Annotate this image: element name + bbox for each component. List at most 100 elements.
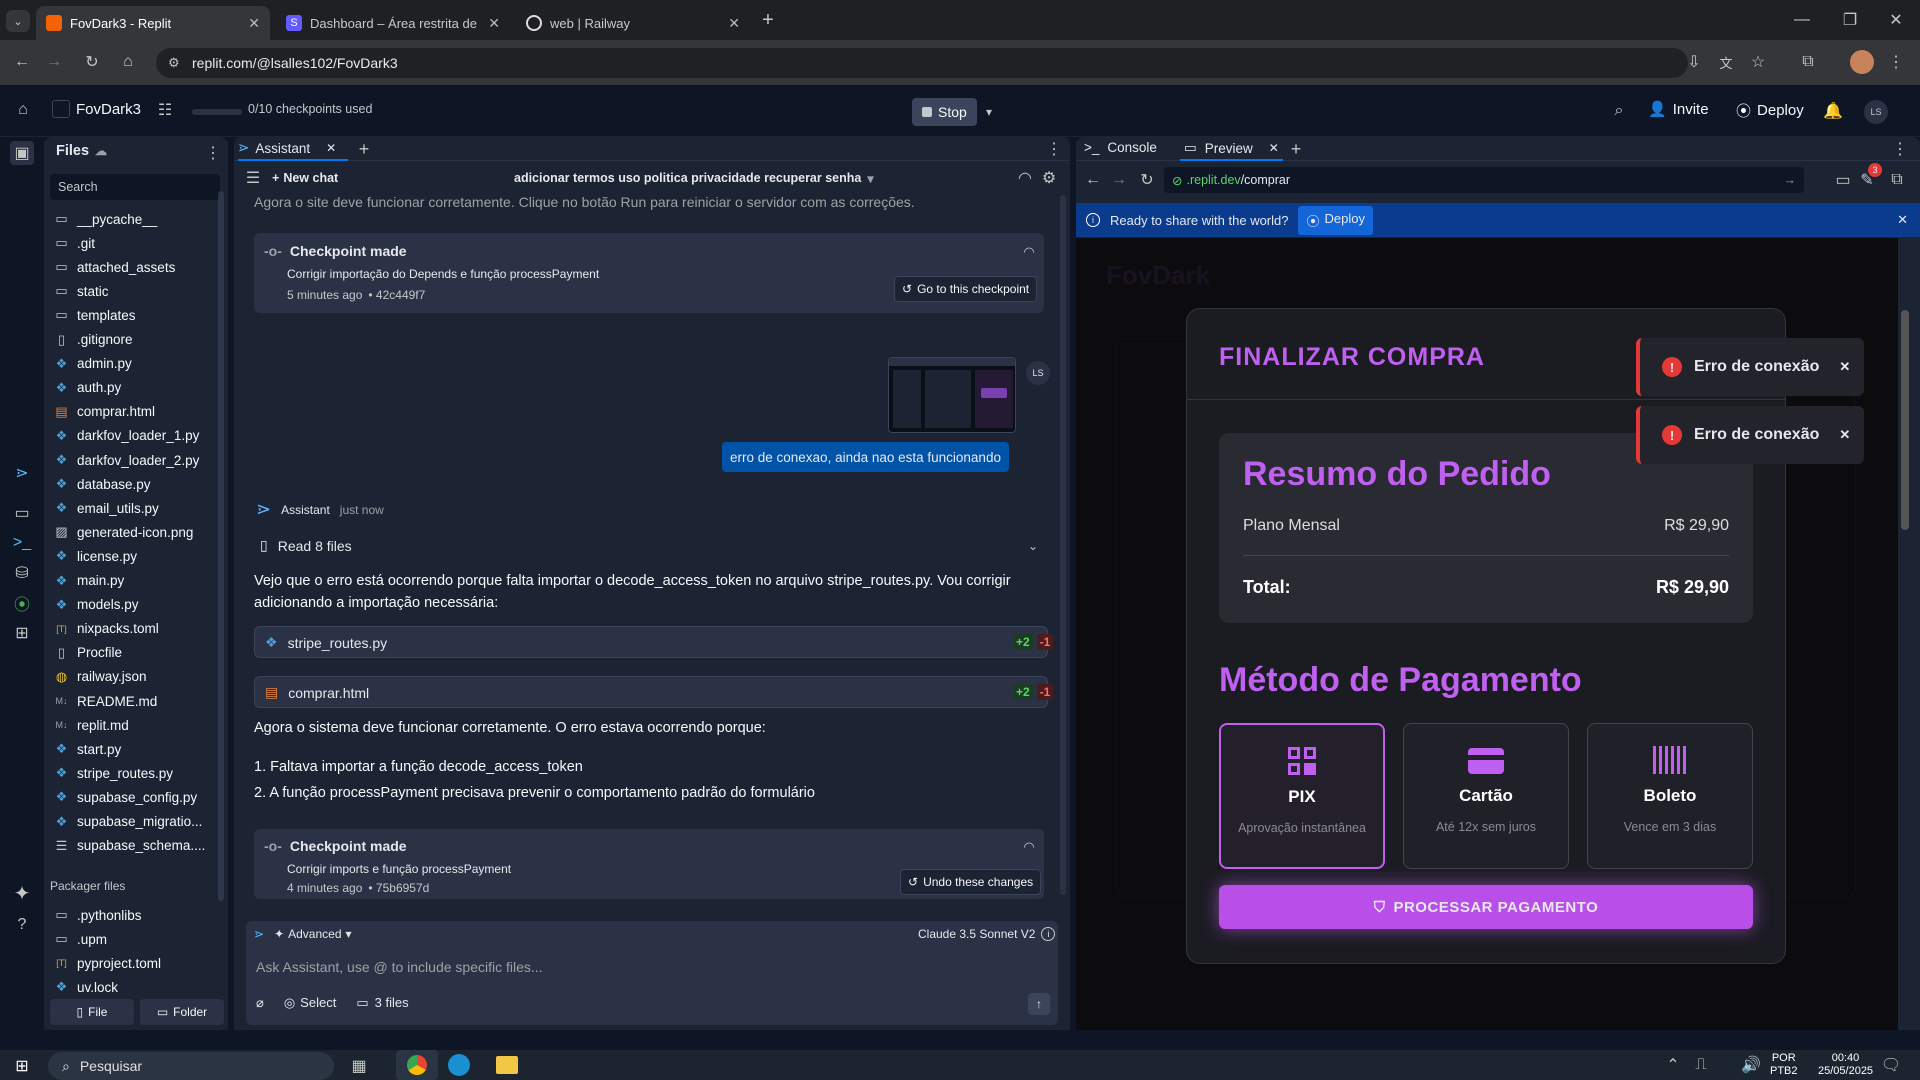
network-icon[interactable]: ⎍ (1692, 1056, 1710, 1074)
files-tool-icon[interactable]: ▣ (10, 141, 34, 165)
site-info-icon[interactable]: ⚙ (168, 55, 180, 71)
file-tree-item[interactable]: ▭ __pycache__ (54, 207, 157, 231)
new-tab-icon[interactable]: + (756, 9, 780, 31)
close-icon[interactable]: ✕ (488, 15, 500, 32)
home-icon[interactable]: ⌂ (116, 50, 140, 74)
file-tree-item[interactable]: ❖ stripe_routes.py (54, 761, 173, 785)
file-tree-item[interactable]: ▭ attached_assets (54, 255, 175, 279)
files-search-input[interactable]: Search (50, 174, 220, 200)
file-tree-item[interactable]: ❖ supabase_config.py (54, 785, 197, 809)
files-context-button[interactable]: ▭ 3 files (356, 995, 408, 1011)
process-payment-button[interactable]: ⛉ PROCESSAR PAGAMENTO (1219, 885, 1753, 929)
all-tools-icon[interactable]: ⊞ (10, 621, 34, 645)
task-view-icon[interactable]: ▦ (348, 1056, 370, 1076)
model-selector[interactable]: Claude 3.5 Sonnet V2 i (918, 927, 1056, 941)
forward-icon[interactable]: → (42, 50, 66, 74)
info-icon[interactable]: i (1041, 927, 1056, 941)
minimize-icon[interactable]: — (1790, 10, 1814, 30)
address-bar[interactable]: ⚙ replit.com/@lsalles102/FovDark3 (156, 48, 1688, 78)
speed-icon[interactable]: ◠ (1020, 243, 1038, 261)
payment-option-card[interactable]: Cartão Até 12x sem juros (1403, 723, 1569, 869)
assistant-input[interactable]: Ask Assistant, use @ to include specific… (256, 959, 1046, 975)
restore-icon[interactable]: ❐ (1838, 10, 1862, 30)
window-close-icon[interactable]: ✕ (1884, 10, 1908, 30)
close-icon[interactable]: ✕ (1839, 427, 1850, 443)
send-button[interactable]: ↑ (1028, 993, 1050, 1015)
devices-icon[interactable]: ▭ (1834, 171, 1852, 189)
panel-menu-icon[interactable]: ⋮ (1890, 139, 1910, 159)
forward-icon[interactable]: → (1110, 171, 1128, 189)
file-tree-item[interactable]: ☰ supabase_schema.... (54, 834, 206, 858)
undo-changes-button[interactable]: ↺ Undo these changes (900, 869, 1042, 895)
checkpoints-icon[interactable]: ☷ (154, 99, 176, 121)
clock[interactable]: 00:40 25/05/2025 (1818, 1052, 1873, 1078)
tab-preview[interactable]: ▭ Preview ✕ (1180, 137, 1283, 161)
select-button[interactable]: ◎ Select (284, 995, 336, 1011)
reload-icon[interactable]: ↻ (1138, 171, 1156, 189)
chevron-down-icon[interactable]: ⌄ (1024, 537, 1042, 555)
deploy-button[interactable]: ⦿ Deploy (1736, 100, 1804, 121)
menu-kebab-icon[interactable]: ⋮ (1884, 50, 1908, 74)
speed-icon[interactable]: ◠ (1016, 169, 1034, 187)
console-tool-icon[interactable]: >_ (10, 531, 34, 555)
file-tree-item[interactable]: ❖ main.py (54, 569, 125, 593)
file-tree-item[interactable]: ❖ email_utils.py (54, 496, 159, 520)
invite-button[interactable]: 👤 Invite (1648, 100, 1709, 119)
browser-tab-dashboard[interactable]: S Dashboard – Área restrita de Fo ✕ (276, 6, 510, 40)
chevron-up-icon[interactable]: ⌃ (1664, 1056, 1682, 1074)
file-tree-item[interactable]: ❖ start.py (54, 737, 122, 761)
deploy-tool-icon[interactable]: ⦿ (10, 591, 34, 615)
reload-icon[interactable]: ↻ (80, 50, 104, 74)
file-tree-item[interactable]: ▭ templates (54, 303, 135, 327)
browser-tab-railway[interactable]: web | Railway ✕ (516, 6, 750, 40)
file-tree-item[interactable]: [T] nixpacks.toml (54, 617, 159, 641)
preview-scrollbar[interactable] (1898, 238, 1912, 1030)
file-tree-item[interactable]: M↓ replit.md (54, 713, 129, 737)
help-icon[interactable]: ? (10, 913, 34, 937)
file-tree-item[interactable]: ▤ comprar.html (54, 400, 155, 424)
speed-icon[interactable]: ◠ (1020, 838, 1038, 856)
file-tree-item[interactable]: ▭ .upm (54, 927, 107, 951)
chat-history-icon[interactable]: ☰ (244, 169, 262, 187)
windows-start-icon[interactable]: ⊞ (12, 1056, 32, 1076)
close-icon[interactable]: ✕ (1269, 141, 1279, 155)
file-tree-item[interactable]: ❖ uv.lock (54, 975, 118, 999)
taskbar-search[interactable]: ⌕ Pesquisar (48, 1052, 334, 1080)
attach-icon[interactable]: ⌀ (256, 995, 264, 1011)
volume-icon[interactable]: 🔊 (1741, 1056, 1761, 1074)
file-tree-item[interactable]: ▨ generated-icon.png (54, 520, 193, 544)
close-icon[interactable]: ✕ (1839, 359, 1850, 375)
translate-icon[interactable]: 文 (1714, 50, 1738, 74)
file-tree-item[interactable]: M↓ README.md (54, 689, 158, 713)
extensions-icon[interactable]: ⧉ (1796, 50, 1820, 74)
close-icon[interactable]: ✕ (728, 15, 740, 32)
file-tree-item[interactable]: ▭ static (54, 279, 108, 303)
payment-option-boleto[interactable]: Boleto Vence em 3 dias (1587, 723, 1753, 869)
chevron-down-icon[interactable]: ▾ (980, 101, 998, 123)
project-name[interactable]: FovDark3 (52, 100, 141, 118)
bell-icon[interactable]: 🔔 (1822, 100, 1844, 122)
tab-console[interactable]: >_ Console (1084, 140, 1157, 155)
new-tab-icon[interactable]: + (1286, 139, 1306, 159)
assistant-tool-icon[interactable]: ⋗ (10, 461, 34, 485)
database-icon[interactable]: ⛁ (10, 561, 34, 585)
file-tree-item[interactable]: ❖ models.py (54, 593, 139, 617)
file-tree-item[interactable]: ❖ supabase_migratio... (54, 810, 203, 834)
files-menu-icon[interactable]: ⋮ (204, 143, 222, 163)
preview-tool-icon[interactable]: ▭ (10, 501, 34, 525)
file-tree-item[interactable]: ▭ .git (54, 231, 95, 255)
scrollbar-thumb[interactable] (1901, 310, 1909, 530)
chrome-taskbar-button[interactable] (396, 1050, 438, 1080)
language-indicator[interactable]: POR PTB2 (1770, 1052, 1798, 1078)
user-avatar[interactable]: LS (1864, 100, 1888, 124)
new-chat-button[interactable]: + New chat (272, 171, 338, 185)
stop-button[interactable]: Stop (912, 98, 977, 126)
file-tree-item[interactable]: [T] pyproject.toml (54, 951, 161, 975)
file-tree-item[interactable]: ▭ .pythonlibs (54, 903, 141, 927)
back-icon[interactable]: ← (10, 50, 34, 74)
file-tree-item[interactable]: ❖ darkfov_loader_2.py (54, 448, 200, 472)
file-tree-item[interactable]: ◍ railway.json (54, 665, 147, 689)
gear-icon[interactable]: ⚙ (1040, 169, 1058, 187)
close-icon[interactable]: ✕ (326, 141, 336, 155)
search-icon[interactable]: ⌕ (1608, 100, 1630, 122)
